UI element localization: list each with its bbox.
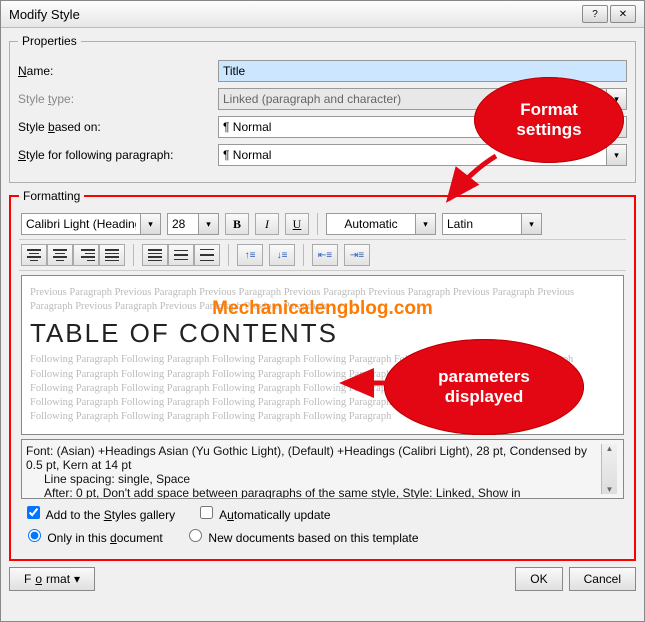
separator bbox=[228, 244, 229, 266]
add-to-gallery-checkbox[interactable]: Add to the Styles gallery bbox=[23, 508, 175, 522]
separator bbox=[133, 244, 134, 266]
properties-legend: Properties bbox=[18, 34, 81, 48]
style-type-select bbox=[218, 88, 607, 110]
italic-button[interactable]: I bbox=[255, 213, 279, 235]
align-justify-button[interactable] bbox=[99, 244, 125, 266]
line-spacing-2-button[interactable] bbox=[194, 244, 220, 266]
align-center-button[interactable] bbox=[47, 244, 73, 266]
chevron-down-icon[interactable]: ▾ bbox=[607, 144, 627, 166]
style-preview: Mechanicalengblog.com Previous Paragraph… bbox=[21, 275, 624, 435]
script-combo[interactable] bbox=[442, 213, 522, 235]
desc-line-3: After: 0 pt, Don't add space between par… bbox=[26, 486, 601, 499]
checkbox-row: Add to the Styles gallery Automatically … bbox=[23, 503, 622, 522]
name-label: Name: bbox=[18, 64, 218, 78]
paragraph-toolbar: ↑≡ ↓≡ ⇤≡ ⇥≡ bbox=[19, 239, 626, 271]
desc-line-2: Line spacing: single, Space bbox=[26, 472, 601, 486]
bold-button[interactable]: B bbox=[225, 213, 249, 235]
style-description: Font: (Asian) +Headings Asian (Yu Gothic… bbox=[21, 439, 624, 499]
chevron-down-icon: ▾ bbox=[607, 88, 627, 110]
modify-style-dialog: Modify Style Properties Name: Style type… bbox=[0, 0, 645, 622]
row-style-type: Style type: ▾ bbox=[18, 88, 627, 110]
name-input[interactable] bbox=[218, 60, 627, 82]
based-on-select[interactable] bbox=[218, 116, 607, 138]
help-icon[interactable] bbox=[582, 5, 608, 23]
preview-following-paragraph: Following Paragraph Following Paragraph … bbox=[30, 353, 615, 424]
dialog-footer: Format ▾ OK Cancel bbox=[1, 563, 644, 591]
titlebar: Modify Style bbox=[1, 1, 644, 28]
properties-group: Properties Name: Style type: ▾ Style bas… bbox=[9, 34, 636, 183]
increase-indent-button[interactable]: ⇥≡ bbox=[344, 244, 370, 266]
font-toolbar: ▾ ▾ B I U ▾ ▾ bbox=[19, 209, 626, 239]
based-on-label: Style based on: bbox=[18, 120, 218, 134]
separator bbox=[317, 213, 318, 235]
auto-update-checkbox[interactable]: Automatically update bbox=[196, 508, 330, 522]
ok-button[interactable]: OK bbox=[515, 567, 562, 591]
space-before-decrease-button[interactable]: ↓≡ bbox=[269, 244, 295, 266]
underline-button[interactable]: U bbox=[285, 213, 309, 235]
formatting-legend: Formatting bbox=[19, 189, 84, 203]
chevron-down-icon[interactable]: ▾ bbox=[141, 213, 161, 235]
only-this-doc-radio[interactable]: Only in this document bbox=[23, 531, 163, 545]
row-based-on: Style based on: ▾ bbox=[18, 116, 627, 138]
row-following: Style for following paragraph: ▾ bbox=[18, 144, 627, 166]
new-docs-radio[interactable]: New documents based on this template bbox=[184, 531, 418, 545]
line-spacing-1-button[interactable] bbox=[142, 244, 168, 266]
preview-sample-text: TABLE OF CONTENTS bbox=[30, 316, 615, 351]
chevron-down-icon[interactable]: ▾ bbox=[522, 213, 542, 235]
separator bbox=[303, 244, 304, 266]
desc-line-1: Font: (Asian) +Headings Asian (Yu Gothic… bbox=[26, 444, 587, 472]
scrollbar[interactable]: ▲▼ bbox=[601, 444, 617, 494]
row-name: Name: bbox=[18, 60, 627, 82]
align-left-button[interactable] bbox=[21, 244, 47, 266]
decrease-indent-button[interactable]: ⇤≡ bbox=[312, 244, 338, 266]
close-icon[interactable] bbox=[610, 5, 636, 23]
align-right-button[interactable] bbox=[73, 244, 99, 266]
scroll-down-icon[interactable]: ▼ bbox=[606, 485, 614, 494]
formatting-group: Formatting ▾ ▾ B I U ▾ ▾ bbox=[9, 189, 636, 561]
window-title: Modify Style bbox=[9, 7, 80, 22]
following-select[interactable] bbox=[218, 144, 607, 166]
preview-prev-paragraph: Previous Paragraph Previous Paragraph Pr… bbox=[30, 286, 615, 314]
style-type-label: Style type: bbox=[18, 92, 218, 106]
following-label: Style for following paragraph: bbox=[18, 148, 218, 162]
chevron-down-icon: ▾ bbox=[74, 572, 80, 586]
format-button[interactable]: Format ▾ bbox=[9, 567, 95, 591]
font-size-combo[interactable] bbox=[167, 213, 199, 235]
window-buttons bbox=[582, 5, 636, 23]
font-color-combo[interactable] bbox=[326, 213, 416, 235]
radio-row: Only in this document New documents base… bbox=[23, 526, 622, 545]
chevron-down-icon[interactable]: ▾ bbox=[199, 213, 219, 235]
chevron-down-icon[interactable]: ▾ bbox=[607, 116, 627, 138]
cancel-button[interactable]: Cancel bbox=[569, 567, 636, 591]
scroll-up-icon[interactable]: ▲ bbox=[606, 444, 614, 453]
line-spacing-15-button[interactable] bbox=[168, 244, 194, 266]
font-name-combo[interactable] bbox=[21, 213, 141, 235]
chevron-down-icon[interactable]: ▾ bbox=[416, 213, 436, 235]
space-before-increase-button[interactable]: ↑≡ bbox=[237, 244, 263, 266]
